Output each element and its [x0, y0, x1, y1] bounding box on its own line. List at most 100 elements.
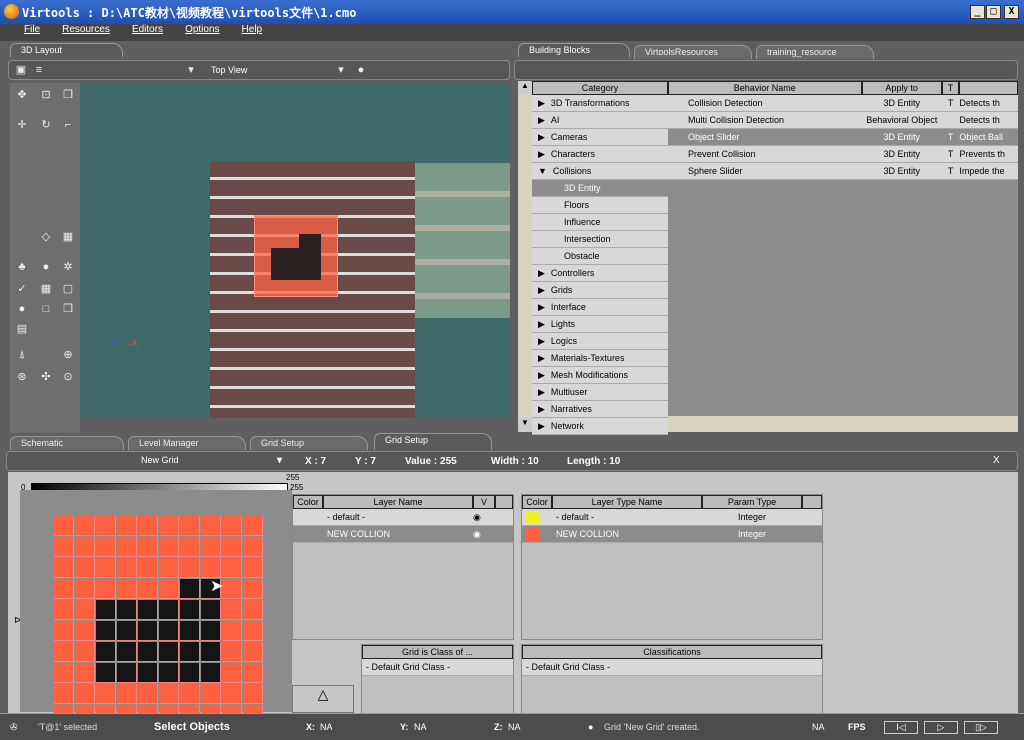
orbit-icon[interactable]: ⊛ — [16, 371, 28, 383]
grid-cell[interactable] — [75, 642, 95, 662]
menu-resources[interactable]: Resources — [62, 24, 110, 41]
grid-cell[interactable] — [138, 558, 158, 578]
category-item[interactable]: ▶ Logics — [532, 333, 668, 350]
grid-cell[interactable] — [96, 600, 116, 620]
menu-options[interactable]: Options — [185, 24, 219, 41]
chevron-down-icon[interactable]: ▾ — [335, 64, 347, 76]
category-item[interactable]: ▶ Characters — [532, 146, 668, 163]
grid-cell[interactable] — [75, 579, 95, 599]
category-item[interactable]: Obstacle — [532, 248, 668, 265]
col-description[interactable] — [959, 81, 1018, 95]
tab-grid-setup[interactable]: Grid Setup — [250, 436, 368, 450]
scroll-down-icon[interactable]: ▼ — [518, 418, 532, 432]
grid-cell[interactable] — [138, 642, 158, 662]
grid-cell[interactable] — [75, 516, 95, 536]
tab-virtools-resources[interactable]: VirtoolsResources — [634, 45, 752, 59]
grid-cell[interactable] — [159, 558, 179, 578]
layer-color-swatch[interactable] — [526, 528, 540, 541]
grid-cell[interactable] — [117, 537, 137, 557]
curve-icon[interactable]: ✓ — [16, 283, 28, 295]
layer-type-row[interactable]: NEW COLLION Integer — [522, 526, 822, 543]
pan-icon[interactable]: ✣ — [40, 371, 52, 383]
category-item[interactable]: ▶ AI — [532, 112, 668, 129]
close-grid-button[interactable]: X — [993, 455, 1000, 466]
copy-icon[interactable]: ❐ — [62, 89, 74, 101]
grid-cell[interactable] — [54, 621, 74, 641]
zoom-icon[interactable]: ⊕ — [62, 349, 74, 361]
grid-cell[interactable] — [201, 663, 221, 683]
menu-editors[interactable]: Editors — [132, 24, 163, 41]
expand-icon[interactable]: ▶ — [538, 319, 545, 329]
grid-cell[interactable] — [75, 663, 95, 683]
menu-file[interactable]: File — [24, 24, 40, 41]
light-icon[interactable]: ● — [40, 261, 52, 273]
expand-icon[interactable]: ▶ — [538, 302, 545, 312]
grid-canvas[interactable]: ➤ — [20, 490, 292, 725]
grid-cell[interactable] — [243, 579, 263, 599]
category-item[interactable]: ▶ Lights — [532, 316, 668, 333]
grid-cell[interactable] — [243, 516, 263, 536]
grid-cell[interactable] — [54, 684, 74, 704]
grid-cell[interactable] — [54, 516, 74, 536]
class-of-row[interactable]: - Default Grid Class - — [362, 659, 513, 676]
horizontal-scrollbar[interactable] — [668, 416, 1018, 432]
view-select[interactable]: Top View — [211, 65, 247, 75]
menu-help[interactable]: Help — [242, 24, 263, 41]
expand-icon[interactable]: ▼ — [538, 166, 547, 176]
grid-cell[interactable] — [54, 663, 74, 683]
grid-cell[interactable] — [222, 642, 242, 662]
behavior-row[interactable]: Sphere Slider 3D Entity T Impede the — [668, 163, 1018, 180]
cube-icon[interactable]: ❒ — [62, 303, 74, 315]
grid-cell[interactable] — [201, 537, 221, 557]
grid-cell[interactable] — [159, 537, 179, 557]
move-icon[interactable]: ✛ — [16, 119, 28, 131]
grid-cell[interactable] — [159, 684, 179, 704]
grid-create-icon[interactable]: ▦ — [40, 283, 52, 295]
category-item[interactable]: ▶ Narratives — [532, 401, 668, 418]
layer-color-swatch[interactable] — [526, 511, 540, 524]
grid-cell[interactable] — [75, 558, 95, 578]
expand-icon[interactable]: ▶ — [538, 370, 545, 380]
grid-cell[interactable] — [138, 537, 158, 557]
grid-cell[interactable] — [222, 579, 242, 599]
grid-cell[interactable] — [75, 600, 95, 620]
grid-cell[interactable] — [117, 600, 137, 620]
rotate-icon[interactable]: ↻ — [40, 119, 52, 131]
film-icon[interactable]: ▤ — [16, 323, 28, 335]
grid-cell[interactable] — [138, 600, 158, 620]
behavior-row[interactable]: Multi Collision Detection Behavioral Obje… — [668, 112, 1018, 129]
maximize-button[interactable]: □ — [986, 5, 1001, 19]
grid-cell[interactable] — [222, 621, 242, 641]
grid-cell[interactable] — [222, 663, 242, 683]
tab-building-blocks[interactable]: Building Blocks — [518, 43, 630, 57]
grid-cell[interactable] — [54, 642, 74, 662]
grid-cell[interactable] — [159, 642, 179, 662]
category-scrollbar[interactable]: ▲ ▼ — [518, 81, 532, 432]
tab-3d-layout[interactable]: 3D Layout — [10, 43, 123, 57]
grid-cell[interactable] — [138, 684, 158, 704]
chevron-down-icon[interactable]: ▾ — [277, 455, 282, 466]
col-apply-to[interactable]: Apply to — [861, 81, 942, 95]
grid-cell[interactable] — [243, 600, 263, 620]
grid-cell[interactable] — [96, 558, 116, 578]
close-button[interactable]: X — [1004, 5, 1019, 19]
category-item[interactable]: ▶ Cameras — [532, 129, 668, 146]
grid-cell[interactable] — [138, 663, 158, 683]
layer-type-row[interactable]: - default - Integer — [522, 509, 822, 526]
expand-icon[interactable]: ▶ — [538, 336, 545, 346]
dolly-icon[interactable]: ⊙ — [62, 371, 74, 383]
grid-cell[interactable] — [117, 579, 137, 599]
expand-icon[interactable]: ▶ — [538, 268, 545, 278]
grid-cell[interactable] — [243, 621, 263, 641]
behavior-row[interactable]: Collision Detection 3D Entity T Detects th — [668, 95, 1018, 112]
grid-cell[interactable] — [159, 579, 179, 599]
grid-cell[interactable] — [222, 537, 242, 557]
grid-cell[interactable] — [75, 537, 95, 557]
layer-move-arrows-icon[interactable]: △ — [292, 685, 354, 713]
grid-cell[interactable] — [96, 579, 116, 599]
grid-cell[interactable] — [96, 621, 116, 641]
grid-cell[interactable] — [159, 516, 179, 536]
grid-cell[interactable] — [243, 663, 263, 683]
grid-cell[interactable] — [117, 558, 137, 578]
grid-icon[interactable]: ▦ — [62, 231, 74, 243]
